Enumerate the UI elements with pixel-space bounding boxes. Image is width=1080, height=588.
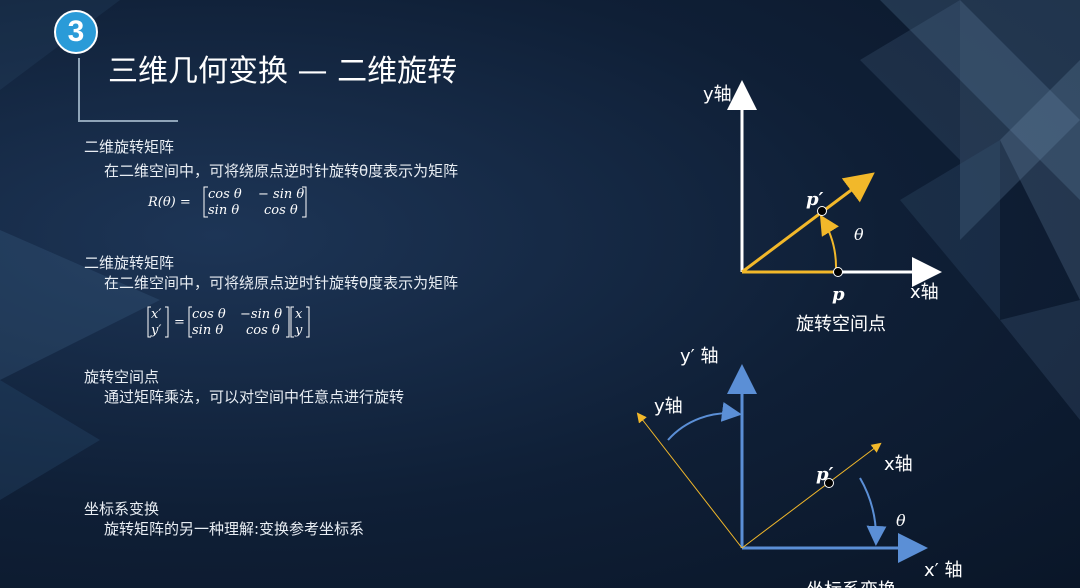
section-line-rotate-point: 通过矩阵乘法，可以对空间中任意点进行旋转 (104, 388, 405, 406)
matrix-cell-12: − sin θ (258, 187, 304, 202)
top-rotation-diagram: y轴 x轴 p′ p θ 旋转空间点 (703, 80, 942, 335)
matrix-cell-11: cos θ (208, 187, 242, 202)
bottom-coordinate-diagram: y′ 轴 x′ 轴 y轴 x轴 p′ θ 坐标系变换 (636, 346, 962, 588)
top-y-axis-label: y轴 (703, 84, 732, 105)
bottom-x-axis (741, 442, 882, 549)
rotation-diagrams: y轴 x轴 p′ p θ 旋转空间点 y′ 轴 x′ 轴 y轴 x轴 p′ θ … (636, 80, 962, 588)
section-heading-rotation-matrix: 二维旋转矩阵 (84, 138, 175, 156)
bottom-y-prime-label: y′ 轴 (680, 346, 718, 367)
slide-title: 三维几何变换 — 二维旋转 (108, 54, 458, 89)
bottom-y-label: y轴 (654, 396, 683, 417)
matrix2-cell-11: cos θ (192, 307, 226, 322)
formula-equals: = (174, 315, 185, 330)
bottom-angle-label: θ (896, 511, 906, 530)
section-heading-rotation-matrix-2: 二维旋转矩阵 (84, 254, 175, 272)
matrix-cell-21: sin θ (208, 203, 239, 218)
slide-number-badge: 3 (54, 10, 98, 54)
vec-out-y: y′ (150, 323, 161, 338)
top-point-original-label: p (832, 284, 845, 305)
bottom-x-label: x轴 (884, 454, 913, 475)
vector-rotation-formula: x′ y′ = cos θ −sin θ sin θ cos θ x y (147, 306, 310, 338)
bottom-point-label: p′ (816, 464, 834, 485)
matrix2-cell-21: sin θ (192, 323, 223, 338)
matrix2-cell-22: cos θ (246, 323, 280, 338)
top-caption: 旋转空间点 (796, 314, 886, 335)
vec-in-y: y (294, 323, 303, 338)
section-heading-coordinate-transform: 坐标系变换 (84, 500, 160, 518)
matrix2-cell-12: −sin θ (240, 307, 282, 322)
vec-out-x: x′ (151, 307, 161, 322)
bottom-x-prime-label: x′ 轴 (924, 560, 962, 581)
bottom-caption-partial: 坐标系变换 (806, 580, 896, 588)
top-angle-label: θ (854, 225, 864, 244)
rotation-matrix-formula: R(θ) = cos θ − sin θ sin θ cos θ (147, 186, 307, 218)
section-line-rotation-matrix: 在二维空间中，可将绕原点逆时针旋转θ度表示为矩阵 (104, 162, 459, 180)
bottom-y-axis (636, 412, 743, 549)
top-x-axis-label: x轴 (910, 282, 939, 303)
matrix-cell-22: cos θ (264, 203, 298, 218)
top-angle-arc (819, 214, 839, 271)
bottom-x-angle-arc (859, 477, 887, 546)
section-heading-rotate-point: 旋转空间点 (84, 368, 160, 386)
section-line-rotation-matrix-2: 在二维空间中，可将绕原点逆时针旋转θ度表示为矩阵 (104, 274, 459, 292)
top-point-original (833, 267, 843, 277)
vec-in-x: x (295, 307, 303, 322)
formula-lhs: R(θ) = (147, 195, 191, 210)
section-line-coordinate-transform: 旋转矩阵的另一种理解:变换参考坐标系 (104, 520, 365, 538)
bottom-y-angle-arc (667, 402, 742, 441)
top-point-rotated-label: p′ (806, 189, 824, 210)
